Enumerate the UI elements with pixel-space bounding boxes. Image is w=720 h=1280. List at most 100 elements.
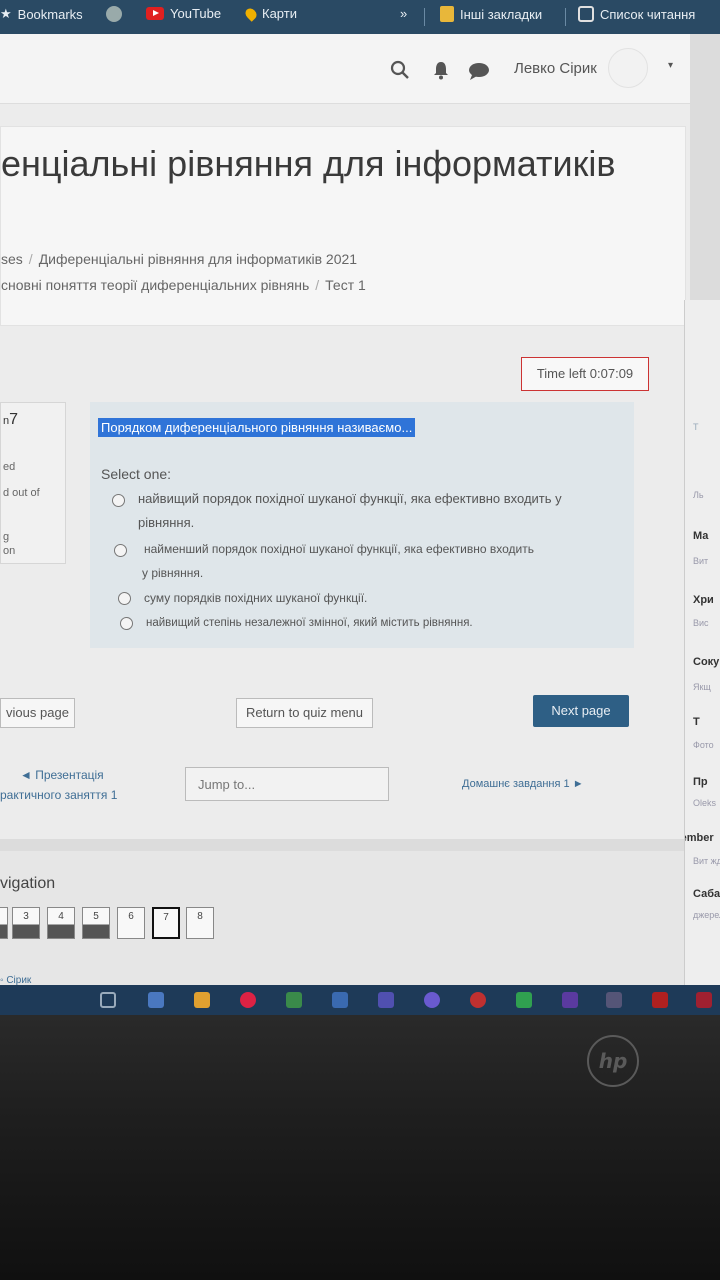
side-item-title[interactable]: Т xyxy=(693,716,700,728)
top-navbar: Левко Сірик ▾ xyxy=(0,34,690,104)
youtube-icon xyxy=(146,7,164,20)
side-item-sub: Вит xyxy=(693,556,709,566)
side-item-sub: Вит жд xyxy=(693,856,720,866)
chevron-down-icon[interactable]: ▾ xyxy=(668,60,673,71)
footer-user-link[interactable]: ◦ Сірик xyxy=(0,975,31,985)
answer-radio[interactable] xyxy=(114,544,127,557)
question-nav-box[interactable]: 6 xyxy=(117,907,145,939)
question-nav-box[interactable]: 5 xyxy=(82,907,110,939)
globe-icon xyxy=(106,6,122,22)
moodle-page: Левко Сірик ▾ енціальні рівняння для інф… xyxy=(0,34,690,985)
question-status: ed xyxy=(3,461,16,473)
answer-option[interactable]: найменший порядок похідної шуканої функц… xyxy=(142,537,534,585)
folder-icon xyxy=(440,6,454,22)
bookmarks-overflow-button[interactable]: » xyxy=(400,6,407,21)
bookmarks-bar: ★ Bookmarks YouTube Карти » Інші закладк… xyxy=(0,0,720,34)
bell-icon[interactable] xyxy=(432,60,450,80)
quiz-navigation-title: vigation xyxy=(0,875,56,892)
flag-question-link[interactable]: g xyxy=(3,531,9,543)
jump-to-select[interactable]: Jump to... xyxy=(185,767,389,801)
question-nav-box[interactable]: 3 xyxy=(12,907,40,939)
side-panel: Т Ль Ма Вит Хри Вис Соку Якщ Т Фото Пр O… xyxy=(684,300,720,985)
teams-icon[interactable] xyxy=(378,992,394,1008)
divider xyxy=(424,8,425,26)
side-item-sub: Фото xyxy=(693,740,714,750)
answer-radio[interactable] xyxy=(112,494,125,507)
side-item-sub: Вис xyxy=(693,618,709,628)
select-one-label: Select one: xyxy=(101,466,172,482)
calculator-icon[interactable] xyxy=(606,992,622,1008)
question-nav-box[interactable]: 4 xyxy=(47,907,75,939)
side-item-title[interactable]: tember xyxy=(685,832,714,844)
store-icon[interactable] xyxy=(148,992,164,1008)
acrobat-icon[interactable] xyxy=(652,992,668,1008)
app-icon[interactable] xyxy=(696,992,712,1008)
answer-option[interactable]: суму порядків похідних шуканої функції. xyxy=(144,586,367,610)
page-header: енціальні рівняння для інформатиків ses /… xyxy=(0,126,686,326)
question-nav-box-current[interactable]: 7 xyxy=(152,907,180,939)
breadcrumb-link[interactable]: Тест 1 xyxy=(325,277,366,293)
answer-radio[interactable] xyxy=(118,592,131,605)
excel-icon[interactable] xyxy=(286,992,302,1008)
question-text: Порядком диференціального рівняння назив… xyxy=(98,418,416,437)
other-bookmarks-folder[interactable]: Інші закладки xyxy=(440,6,542,22)
answer-radio[interactable] xyxy=(120,617,133,630)
user-name[interactable]: Левко Сірик xyxy=(514,60,597,77)
next-activity-link[interactable]: Домашнє завдання 1 ► xyxy=(462,778,584,790)
chrome-icon[interactable] xyxy=(240,992,256,1008)
bookmark-item-globe[interactable] xyxy=(106,6,122,22)
side-item-sub: Якщ xyxy=(693,682,711,692)
side-item-title[interactable]: Сабада xyxy=(693,888,720,900)
task-view-icon[interactable] xyxy=(100,992,116,1008)
previous-activity-link[interactable]: рактичного заняття 1 xyxy=(0,788,117,802)
app-icon[interactable] xyxy=(516,992,532,1008)
reading-list-icon xyxy=(578,6,594,22)
breadcrumb-link[interactable]: ses xyxy=(1,251,23,267)
side-item-title[interactable]: Соку xyxy=(693,656,719,668)
side-item-sub: джерел xyxy=(693,910,720,920)
bookmark-label: YouTube xyxy=(170,6,222,21)
question-info: n7 ed d out of g on xyxy=(0,402,66,564)
answer-option[interactable]: найвищий порядок похідної шуканої функці… xyxy=(138,487,562,535)
quiz-timer: Time left 0:07:09 xyxy=(521,357,649,391)
divider xyxy=(565,8,566,26)
bookmark-item-bookmarks[interactable]: ★ Bookmarks xyxy=(0,6,83,22)
side-item-title[interactable]: Пр xyxy=(693,776,708,788)
bookmark-item-maps[interactable]: Карти xyxy=(243,5,297,22)
question-number: n7 xyxy=(3,411,19,428)
previous-activity-link[interactable]: ◄ Презентація xyxy=(20,768,104,782)
viber-icon[interactable] xyxy=(424,992,440,1008)
question-nav-box[interactable]: 8 xyxy=(186,907,214,939)
flag-question-link[interactable]: on xyxy=(3,545,15,557)
visual-studio-icon[interactable] xyxy=(562,992,578,1008)
maps-icon xyxy=(243,5,259,22)
previous-page-button[interactable]: vious page xyxy=(0,698,75,728)
question-nav-box[interactable] xyxy=(0,907,8,939)
breadcrumb: ses / Диференціальні рівняння для інформат… xyxy=(1,251,358,267)
answer-option[interactable]: найвищий степінь незалежної змінної, яки… xyxy=(146,611,473,635)
side-item-sub: Oleks xyxy=(693,798,717,808)
taskbar xyxy=(0,985,720,1015)
avatar[interactable] xyxy=(608,48,648,88)
app-icon[interactable] xyxy=(470,992,486,1008)
chat-icon[interactable] xyxy=(468,62,490,80)
question-content: Порядком диференціального рівняння назив… xyxy=(90,402,634,648)
file-explorer-icon[interactable] xyxy=(194,992,210,1008)
hp-logo: hp xyxy=(587,1035,639,1087)
app-icon[interactable] xyxy=(332,992,348,1008)
next-page-button[interactable]: Next page xyxy=(533,695,629,727)
breadcrumb-link[interactable]: сновні поняття теорії диференціальних рі… xyxy=(1,277,309,293)
question-marks: d out of xyxy=(3,487,40,499)
monitor-screen: ★ Bookmarks YouTube Карти » Інші закладк… xyxy=(0,0,720,985)
side-item-title[interactable]: Ма xyxy=(693,530,708,542)
breadcrumb: сновні поняття теорії диференціальних рі… xyxy=(1,277,366,293)
bookmark-item-youtube[interactable]: YouTube xyxy=(146,6,221,21)
quiz-navigation-block: vigation 3 4 5 6 7 8 ◦ Сірик xyxy=(0,839,690,985)
reading-list-button[interactable]: Список читання xyxy=(578,6,695,22)
breadcrumb-link[interactable]: Диференціальні рівняння для інформатиків… xyxy=(39,251,357,267)
side-item-title[interactable]: Хри xyxy=(693,594,714,606)
return-to-quiz-menu-button[interactable]: Return to quiz menu xyxy=(236,698,373,728)
search-icon[interactable] xyxy=(390,60,410,80)
page-title: енціальні рівняння для інформатиків xyxy=(1,143,616,184)
bookmark-label: Bookmarks xyxy=(17,6,83,22)
